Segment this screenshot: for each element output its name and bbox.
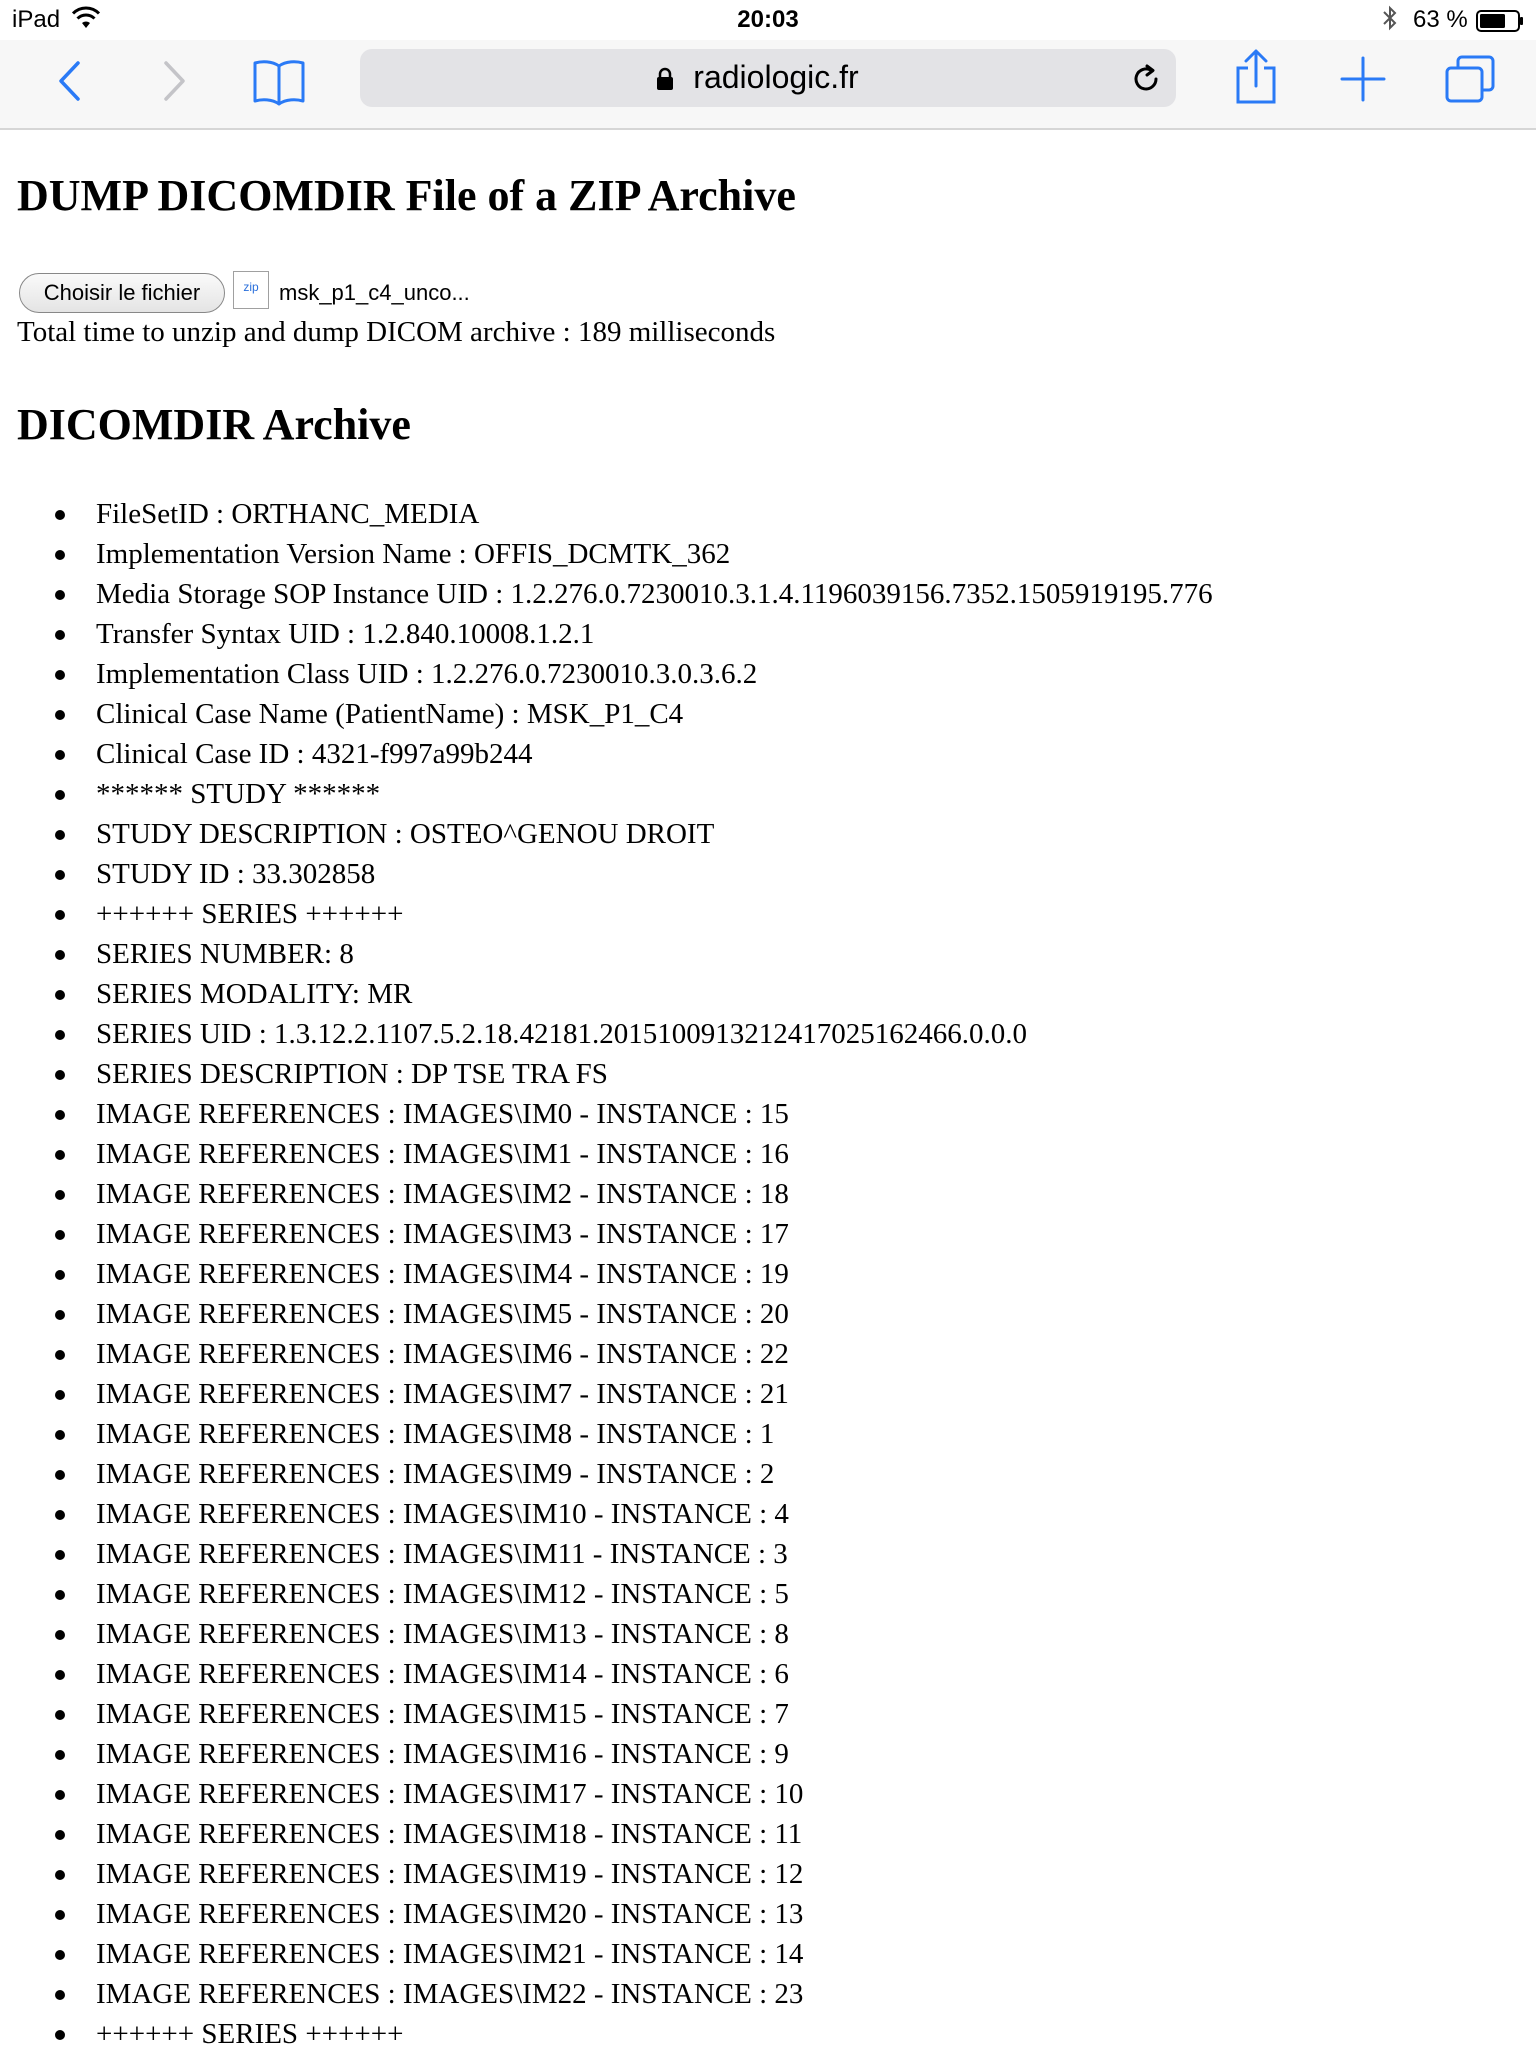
list-item: Clinical Case Name (PatientName) : MSK_P… — [55, 694, 1213, 734]
forward-icon[interactable] — [162, 60, 188, 102]
list-item: Implementation Version Name : OFFIS_DCMT… — [55, 534, 1213, 574]
list-item: ****** STUDY ****** — [55, 774, 1213, 814]
back-icon[interactable] — [56, 60, 82, 102]
address-bar[interactable]: radiologic.fr — [360, 49, 1176, 107]
share-icon[interactable] — [1234, 48, 1278, 104]
section-title: DICOMDIR Archive — [17, 400, 411, 449]
status-bar: iPad 20:03 63 % — [0, 0, 1536, 40]
list-item: IMAGE REFERENCES : IMAGES\IM15 - INSTANC… — [55, 1694, 1213, 1734]
tabs-icon[interactable] — [1444, 54, 1496, 104]
list-item: IMAGE REFERENCES : IMAGES\IM22 - INSTANC… — [55, 1974, 1213, 2014]
list-item: IMAGE REFERENCES : IMAGES\IM20 - INSTANC… — [55, 1894, 1213, 1934]
list-item: IMAGE REFERENCES : IMAGES\IM1 - INSTANCE… — [55, 1134, 1213, 1174]
list-item: IMAGE REFERENCES : IMAGES\IM6 - INSTANCE… — [55, 1334, 1213, 1374]
clock: 20:03 — [737, 6, 799, 33]
list-item: SERIES MODALITY: MR — [55, 974, 1213, 1014]
choose-file-button[interactable]: Choisir le fichier — [19, 273, 225, 313]
list-item: FileSetID : ORTHANC_MEDIA — [55, 494, 1213, 534]
list-item: IMAGE REFERENCES : IMAGES\IM12 - INSTANC… — [55, 1574, 1213, 1614]
list-item: IMAGE REFERENCES : IMAGES\IM11 - INSTANC… — [55, 1534, 1213, 1574]
zip-file-icon: zip — [233, 271, 269, 309]
page-title: DUMP DICOMDIR File of a ZIP Archive — [17, 171, 796, 220]
list-item: Media Storage SOP Instance UID : 1.2.276… — [55, 574, 1213, 614]
list-item: STUDY ID : 33.302858 — [55, 854, 1213, 894]
new-tab-icon[interactable] — [1340, 56, 1386, 102]
list-item: ++++++ SERIES ++++++ — [55, 2014, 1213, 2048]
url-text: radiologic.fr — [693, 59, 859, 95]
list-item: Implementation Class UID : 1.2.276.0.723… — [55, 654, 1213, 694]
dicomdir-entry-list: FileSetID : ORTHANC_MEDIA Implementation … — [17, 494, 1213, 2048]
list-item: IMAGE REFERENCES : IMAGES\IM17 - INSTANC… — [55, 1774, 1213, 1814]
list-item: IMAGE REFERENCES : IMAGES\IM10 - INSTANC… — [55, 1494, 1213, 1534]
list-item: IMAGE REFERENCES : IMAGES\IM4 - INSTANCE… — [55, 1254, 1213, 1294]
list-item: IMAGE REFERENCES : IMAGES\IM19 - INSTANC… — [55, 1854, 1213, 1894]
reload-icon[interactable] — [1130, 63, 1162, 95]
battery-percent: 63 % — [1413, 6, 1468, 33]
list-item: IMAGE REFERENCES : IMAGES\IM18 - INSTANC… — [55, 1814, 1213, 1854]
battery-icon — [1476, 10, 1523, 32]
list-item: IMAGE REFERENCES : IMAGES\IM5 - INSTANCE… — [55, 1294, 1213, 1334]
list-item: IMAGE REFERENCES : IMAGES\IM8 - INSTANCE… — [55, 1414, 1213, 1454]
bookmarks-icon[interactable] — [252, 58, 306, 106]
list-item: IMAGE REFERENCES : IMAGES\IM13 - INSTANC… — [55, 1614, 1213, 1654]
list-item: IMAGE REFERENCES : IMAGES\IM16 - INSTANC… — [55, 1734, 1213, 1774]
list-item: IMAGE REFERENCES : IMAGES\IM9 - INSTANCE… — [55, 1454, 1213, 1494]
list-item: IMAGE REFERENCES : IMAGES\IM21 - INSTANC… — [55, 1934, 1213, 1974]
list-item: Transfer Syntax UID : 1.2.840.10008.1.2.… — [55, 614, 1213, 654]
list-item: ++++++ SERIES ++++++ — [55, 894, 1213, 934]
list-item: IMAGE REFERENCES : IMAGES\IM2 - INSTANCE… — [55, 1174, 1213, 1214]
list-item: SERIES DESCRIPTION : DP TSE TRA FS — [55, 1054, 1213, 1094]
list-item: SERIES UID : 1.3.12.2.1107.5.2.18.42181.… — [55, 1014, 1213, 1054]
list-item: IMAGE REFERENCES : IMAGES\IM3 - INSTANCE… — [55, 1214, 1213, 1254]
timing-text: Total time to unzip and dump DICOM archi… — [17, 316, 776, 348]
bluetooth-icon — [1383, 5, 1397, 31]
list-item: IMAGE REFERENCES : IMAGES\IM14 - INSTANC… — [55, 1654, 1213, 1694]
list-item: IMAGE REFERENCES : IMAGES\IM0 - INSTANCE… — [55, 1094, 1213, 1134]
list-item: SERIES NUMBER: 8 — [55, 934, 1213, 974]
list-item: Clinical Case ID : 4321-f997a99b244 — [55, 734, 1213, 774]
list-item: STUDY DESCRIPTION : OSTEO^GENOU DROIT — [55, 814, 1213, 854]
list-item: IMAGE REFERENCES : IMAGES\IM7 - INSTANCE… — [55, 1374, 1213, 1414]
selected-file-name: msk_p1_c4_unco... — [279, 280, 470, 305]
browser-toolbar: radiologic.fr — [0, 40, 1536, 130]
